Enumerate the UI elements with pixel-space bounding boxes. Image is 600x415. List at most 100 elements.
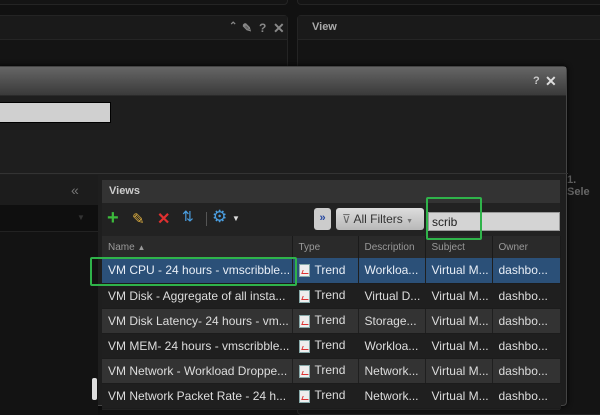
cell-name: VM Disk Latency- 24 hours - vm... [102, 308, 293, 334]
collapse-icon[interactable]: ⌃ [229, 21, 237, 32]
table-row[interactable]: VM Disk Latency- 24 hours - vm... Trend St… [102, 308, 561, 334]
cell-type: Trend [292, 333, 359, 359]
views-toolbar: + ✎ ✕ ⇅ ⚙ ▼ » ⊽ All Filters ▼ [102, 203, 560, 236]
help-icon[interactable]: ? [533, 75, 540, 87]
name-text: VM MEM- 24 hours - vmscribble... [108, 338, 290, 353]
filter-label: All Filters [353, 212, 403, 226]
type-text: Trend [314, 388, 346, 403]
subject-text: Virtual M... [431, 338, 489, 353]
cell-name: VM Network - Workload Droppe... [102, 358, 293, 384]
cell-description: Storage... [358, 308, 426, 334]
name-text: VM Network - Workload Droppe... [108, 363, 288, 378]
name-input[interactable] [0, 102, 111, 123]
cell-type: Trend [292, 358, 359, 384]
top-strip-right [297, 0, 600, 5]
sort-asc-icon: ▲ [137, 242, 146, 252]
collapse-left-button[interactable]: « [71, 182, 79, 198]
highlight-search [426, 197, 482, 240]
description-text: Workloa... [364, 338, 419, 353]
chevron-down-icon: ▼ [406, 218, 414, 225]
cell-subject: Virtual M... [425, 308, 493, 334]
name-text: VM Disk - Aggregate of all insta... [108, 288, 286, 303]
cell-description: Network... [358, 383, 426, 409]
type-text: Trend [314, 313, 346, 328]
owner-text: dashbo... [498, 288, 548, 303]
col-name[interactable]: Name ▲ [102, 236, 293, 258]
step-label: 1. Sele [567, 174, 590, 198]
cell-subject: Virtual M... [425, 358, 493, 384]
table-row[interactable]: VM MEM- 24 hours - vmscribble... Trend Wor… [102, 333, 561, 359]
import-export-icon[interactable]: ⇅ [182, 208, 194, 225]
col-owner[interactable]: Owner [492, 236, 561, 258]
type-text: Trend [314, 363, 346, 378]
col-description[interactable]: Description [358, 236, 426, 258]
left-pane: « ▼ [0, 175, 98, 415]
toolbar-separator [206, 212, 207, 226]
cell-subject: Virtual M... [425, 383, 493, 409]
type-text: Trend [314, 338, 346, 353]
owner-text: dashbo... [498, 363, 548, 378]
trend-icon [298, 314, 310, 328]
cell-subject: Virtual M... [425, 258, 493, 284]
cell-owner: dashbo... [492, 283, 561, 309]
chevron-down-icon[interactable]: ▼ [232, 214, 240, 223]
table-header: Name ▲ Type Description Subject Owner [102, 236, 561, 258]
description-text: Workloa... [364, 263, 419, 278]
owner-text: dashbo... [498, 263, 548, 278]
subject-text: Virtual M... [431, 263, 489, 278]
view-panel-title: View [298, 16, 600, 40]
description-text: Network... [364, 388, 419, 403]
left-dropdown[interactable]: ▼ [0, 205, 98, 232]
close-icon[interactable]: ✕ [545, 73, 557, 90]
description-text: Network... [364, 363, 419, 378]
cell-type: Trend [292, 283, 359, 309]
help-icon[interactable]: ? [259, 21, 266, 35]
type-text: Trend [314, 263, 346, 278]
delete-icon[interactable]: ✕ [157, 209, 170, 229]
filter-icon: ⊽ [342, 212, 351, 226]
cell-owner: dashbo... [492, 258, 561, 284]
cell-description: Virtual D... [358, 283, 426, 309]
cell-description: Workloa... [358, 333, 426, 359]
views-panel: Views + ✎ ✕ ⇅ ⚙ ▼ » ⊽ All Filters ▼ Name… [102, 180, 561, 410]
description-text: Virtual D... [364, 288, 421, 303]
table-row[interactable]: VM Disk - Aggregate of all insta... Trend… [102, 283, 561, 309]
top-strip [0, 0, 288, 5]
cell-owner: dashbo... [492, 333, 561, 359]
description-text: Storage... [364, 313, 417, 328]
cell-description: Workloa... [358, 258, 426, 284]
table-row[interactable]: VM Network - Workload Droppe... Trend Netw… [102, 358, 561, 384]
highlight-row [90, 257, 297, 286]
cell-name: VM Network Packet Rate - 24 h... [102, 383, 293, 409]
owner-text: dashbo... [498, 388, 548, 403]
cell-type: Trend [292, 383, 359, 409]
cell-name: VM Disk - Aggregate of all insta... [102, 283, 293, 309]
trend-icon [298, 289, 310, 303]
chevron-down-icon: ▼ [77, 213, 85, 222]
edit-icon[interactable]: ✎ [242, 21, 252, 35]
subject-text: Virtual M... [431, 288, 489, 303]
cell-owner: dashbo... [492, 358, 561, 384]
cell-subject: Virtual M... [425, 333, 493, 359]
gear-icon[interactable]: ⚙ [212, 207, 227, 227]
cell-owner: dashbo... [492, 383, 561, 409]
owner-text: dashbo... [498, 338, 548, 353]
type-text: Trend [314, 288, 346, 303]
close-icon[interactable]: ✕ [273, 20, 285, 37]
cell-type: Trend [292, 258, 359, 284]
cell-owner: dashbo... [492, 308, 561, 334]
subject-text: Virtual M... [431, 363, 489, 378]
edit-icon[interactable]: ✎ [132, 210, 145, 228]
table-row[interactable]: VM Network Packet Rate - 24 h... Trend Net… [102, 383, 561, 409]
col-type[interactable]: Type [292, 236, 359, 258]
filter-dropdown[interactable]: ⊽ All Filters ▼ [336, 208, 424, 230]
add-icon[interactable]: + [107, 207, 119, 230]
name-text: VM Disk Latency- 24 hours - vm... [108, 313, 289, 328]
cell-description: Network... [358, 358, 426, 384]
trend-icon [298, 264, 310, 278]
trend-icon [298, 389, 310, 403]
views-title: Views [102, 180, 560, 203]
cell-name: VM MEM- 24 hours - vmscribble... [102, 333, 293, 359]
expand-button[interactable]: » [314, 208, 331, 230]
resize-handle[interactable] [92, 378, 97, 400]
